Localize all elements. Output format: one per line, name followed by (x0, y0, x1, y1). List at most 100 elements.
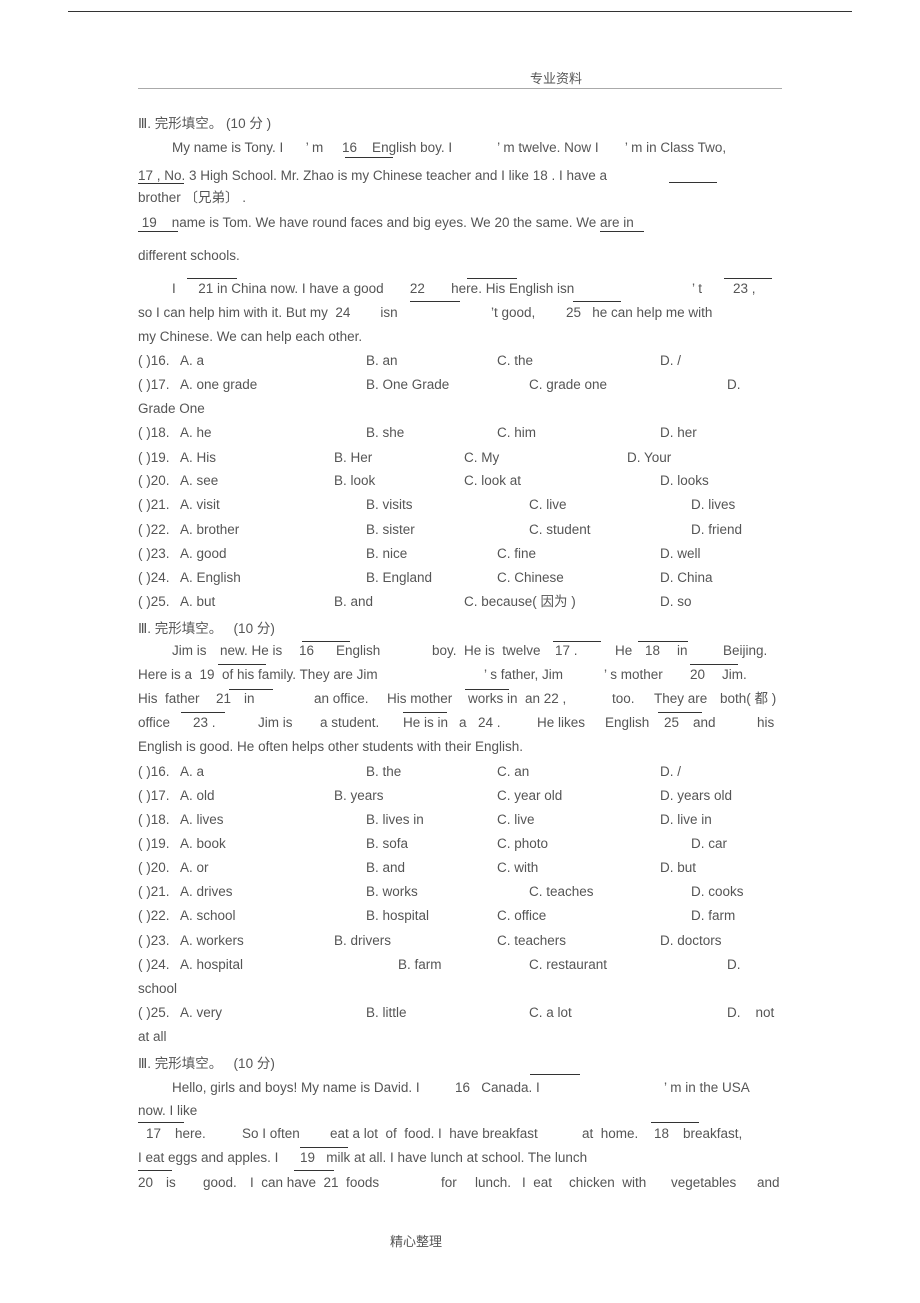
question-row: ( )24. A. hospital B. farm C. restaurant D. (0, 957, 920, 973)
option-b: B. and (334, 594, 374, 609)
option-b: B. sister (366, 522, 415, 537)
passage-segment: 18 (645, 643, 661, 658)
passage-segment: office (138, 715, 171, 730)
option-b: B. the (366, 764, 402, 779)
option-b: B. sofa (366, 836, 409, 851)
passage-line: brother 〔兄弟〕 . (138, 190, 247, 205)
passage-segment: He (615, 643, 633, 658)
passage-segment: 16 Canada. I (455, 1080, 540, 1095)
question-row: ( )19. A. book B. sofa C. photo D. car (0, 836, 920, 852)
passage-segment: his (757, 715, 775, 730)
passage-segment: 17 (146, 1126, 162, 1141)
passage-segment: new. He is (220, 643, 283, 658)
option-a: A. visit (180, 497, 220, 512)
option-d: D. Your (627, 450, 672, 465)
page-footer-label: 精心整理 (390, 1234, 443, 1249)
blank-underline (302, 641, 350, 642)
passage-segment: an office. (314, 691, 369, 706)
passage-segment: here. (175, 1126, 206, 1141)
passage-segment: ’ s mother (604, 667, 663, 682)
option-c: C. live (529, 497, 567, 512)
option-a: A. he (180, 425, 212, 440)
option-d: D. farm (691, 908, 736, 923)
passage-segment: a student. (320, 715, 380, 730)
passage-segment: breakfast, (683, 1126, 743, 1141)
passage-segment: He is in (403, 715, 449, 730)
passage-segment: good. (203, 1175, 237, 1190)
blank-underline (300, 1147, 348, 1148)
section-title: Ⅲ. 完形填空。 (10 分) (138, 621, 275, 636)
option-c: C. an (497, 764, 530, 779)
passage-segment: lunch. (475, 1175, 512, 1190)
passage-segment: 25 (664, 715, 680, 730)
question-number: ( )16. (138, 353, 170, 368)
passage-line-tail: ’t good, (491, 305, 536, 320)
passage-segment: boy. He is twelve (432, 643, 541, 658)
question-row: ( )21. A. drives B. works C. teaches D. cook… (0, 884, 920, 900)
question-row: ( )18. A. he B. she C. him D. her (0, 425, 920, 441)
option-d: D. her (660, 425, 697, 440)
passage-segment: a (459, 715, 467, 730)
passage-segment: 16 (299, 643, 315, 658)
option-b: B. Her (334, 450, 373, 465)
blank-underline (467, 278, 517, 279)
question-row: ( )16. A. a B. an C. the D. / (0, 353, 920, 369)
option-d: D. live in (660, 812, 712, 827)
question-row: ( )19. A. His B. Her C. My D. Your (0, 450, 920, 466)
option-b: B. visits (366, 497, 413, 512)
option-a: A. see (180, 473, 219, 488)
passage-segment: ’ s father, Jim (484, 667, 564, 682)
option-a: A. a (180, 764, 205, 779)
option-b: B. England (366, 570, 433, 585)
option-d: D. / (660, 764, 682, 779)
option-b: B. nice (366, 546, 408, 561)
passage-segment: too. (612, 691, 635, 706)
blank-19 (138, 231, 178, 232)
option-d: D. friend (691, 522, 743, 537)
option-b: B. years (334, 788, 384, 803)
question-row: ( )20. A. or B. and C. with D. but (0, 860, 920, 876)
option-a: A. very (180, 1005, 223, 1020)
option-a: A. or (180, 860, 209, 875)
option-c: C. photo (497, 836, 549, 851)
option-c: C. with (497, 860, 539, 875)
section-title: Ⅲ. 完形填空。 (10 分) (138, 1056, 275, 1071)
blank-underline (294, 1170, 334, 1171)
option-a: A. hospital (180, 957, 244, 972)
option-d: D. China (660, 570, 713, 585)
question-row: ( )21. A. visit B. visits C. live D. lives (0, 497, 920, 513)
option-d: D. well (660, 546, 701, 561)
option-d: D. looks (660, 473, 709, 488)
question-number: ( )22. (138, 522, 170, 537)
question-row: ( )22. A. school B. hospital C. office D. fa… (0, 908, 920, 924)
question-wrap-text: Grade One (138, 401, 205, 416)
option-c: C. the (497, 353, 534, 368)
question-wrap-text: school (138, 981, 178, 996)
passage-line: 17 , No. 3 High School. Mr. Zhao is my C… (138, 168, 607, 183)
header-rule (138, 88, 782, 89)
option-b: B. farm (398, 957, 442, 972)
passage-segment: at home. (582, 1126, 639, 1141)
blank-underline (690, 664, 738, 665)
question-row: ( )23. A. good B. nice C. fine D. well (0, 546, 920, 562)
question-number: ( )16. (138, 764, 170, 779)
passage-segment: 23 . (193, 715, 216, 730)
passage-segment: Jim is (172, 643, 207, 658)
passage-line: different schools. (138, 248, 240, 263)
option-b: B. an (366, 353, 398, 368)
option-c: C. year old (497, 788, 563, 803)
option-a: A. book (180, 836, 226, 851)
passage-segment: 17 . (555, 643, 578, 658)
passage-segment: works in an 22 , (468, 691, 567, 706)
passage-segment: I eat eggs and apples. I (138, 1150, 279, 1165)
passage-segment: both( 都 ) (720, 691, 777, 706)
option-a: A. but (180, 594, 216, 609)
passage-segment: So I often (242, 1126, 300, 1141)
passage-line: My name is Tony. I ’ m 16 English boy. I… (172, 140, 727, 155)
blank-21 (187, 278, 237, 279)
passage-segment: I have breakfast (438, 1126, 538, 1141)
passage-segment: is (166, 1175, 176, 1190)
blank-17 (138, 183, 184, 184)
passage-line: so I can help him with it. But my 24 isn (138, 305, 398, 320)
blank-underline (530, 1074, 580, 1075)
